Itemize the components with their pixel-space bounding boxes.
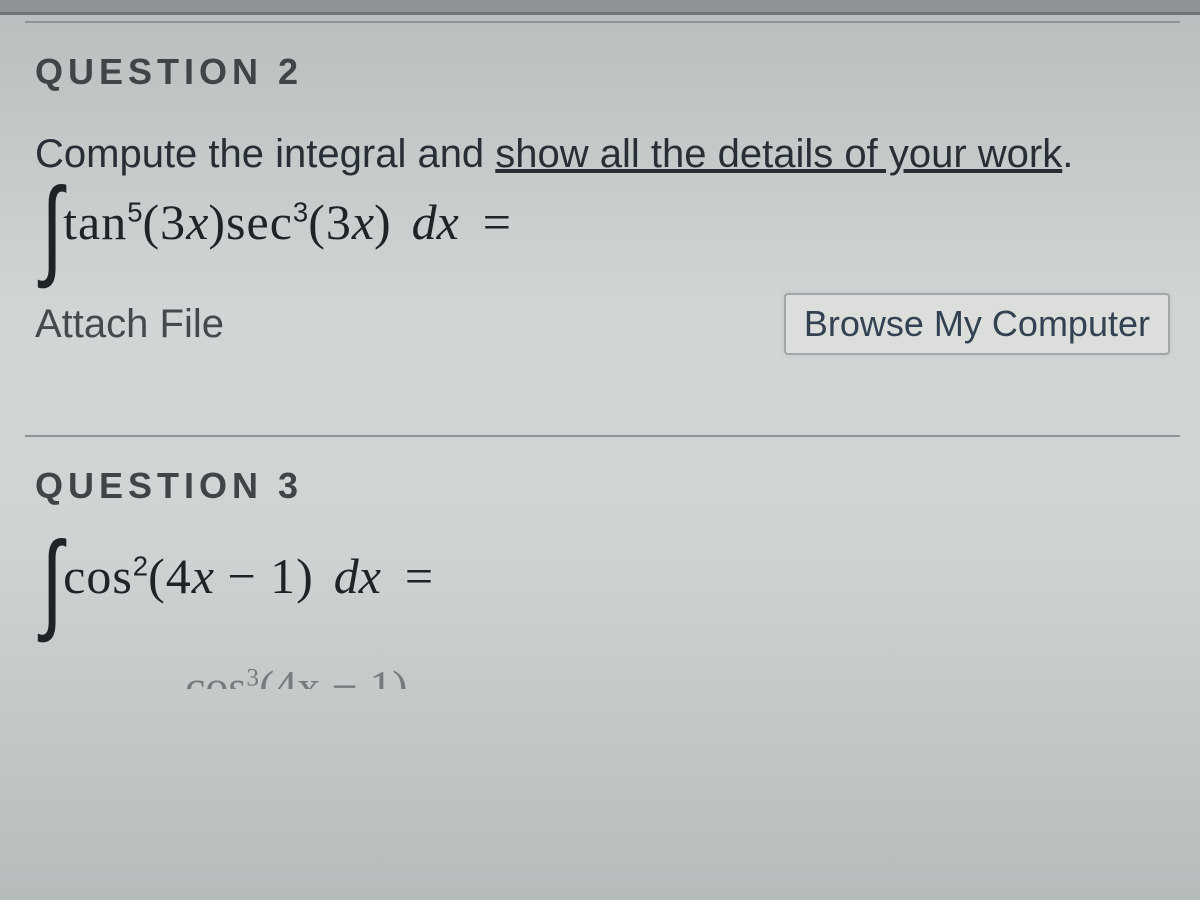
integral-symbol: ∫ — [42, 195, 63, 261]
equals-sign: = — [405, 548, 433, 604]
arg-x: x — [192, 548, 214, 604]
sup-2: 2 — [133, 550, 148, 581]
math-expression: tan5(3x)sec3(3x) dx = — [63, 193, 511, 251]
quiz-page: QUESTION 2 Compute the integral and show… — [0, 0, 1200, 900]
question-3-header: QUESTION 3 — [35, 465, 1170, 507]
equals-sign: = — [483, 194, 511, 250]
question-2-prompt: Compute the integral and show all the de… — [35, 129, 1170, 179]
math-expression: cos2(4x − 1) dx = — [63, 547, 433, 605]
dx-x: x — [437, 194, 459, 250]
partial-answer-text: cos3(4x − 1) — [35, 660, 408, 689]
arg1-open: (3 — [143, 194, 187, 250]
question-2-header: QUESTION 2 — [35, 51, 1170, 93]
prompt-text-plain: Compute the integral and — [35, 132, 495, 176]
sup-5: 5 — [127, 196, 142, 227]
partial-rest: (4x − 1) — [259, 661, 408, 689]
partial-sup: 3 — [246, 664, 259, 689]
fn-cos: cos — [63, 548, 133, 604]
dx: dx — [334, 548, 381, 604]
integral-symbol: ∫ — [42, 549, 63, 615]
question-2-block: QUESTION 2 Compute the integral and show… — [25, 21, 1180, 355]
browse-my-computer-button[interactable]: Browse My Computer — [784, 293, 1170, 355]
question-2-integral: ∫ tan5(3x)sec3(3x) dx = — [35, 189, 1170, 255]
arg2-open: (3 — [308, 194, 352, 250]
question-3-block: QUESTION 3 ∫ cos2(4x − 1) dx = cos3(4x −… — [25, 435, 1180, 689]
dx: dx — [412, 194, 459, 250]
question-3-integral: ∫ cos2(4x − 1) dx = — [35, 543, 1170, 609]
prompt-text-tail: . — [1062, 132, 1073, 176]
arg1-close: ) — [208, 194, 226, 250]
partial-fn: cos — [185, 661, 246, 689]
dx-x: x — [359, 548, 381, 604]
dx-d: d — [412, 194, 437, 250]
dx-d: d — [334, 548, 359, 604]
top-divider — [0, 0, 1200, 15]
prompt-text-underlined: show all the details of your work — [495, 132, 1062, 176]
attach-file-label: Attach File — [35, 302, 224, 347]
fn-tan: tan — [63, 194, 127, 250]
arg1-x: x — [186, 194, 208, 250]
attach-file-row: Attach File Browse My Computer — [35, 293, 1170, 355]
arg2-close: ) — [374, 194, 392, 250]
arg-open: (4 — [148, 548, 192, 604]
arg-mid: − 1) — [214, 548, 314, 604]
fn-sec: sec — [226, 194, 293, 250]
arg2-x: x — [352, 194, 374, 250]
question-3-partial-answer: cos3(4x − 1) — [35, 629, 1170, 689]
sup-3: 3 — [293, 196, 308, 227]
